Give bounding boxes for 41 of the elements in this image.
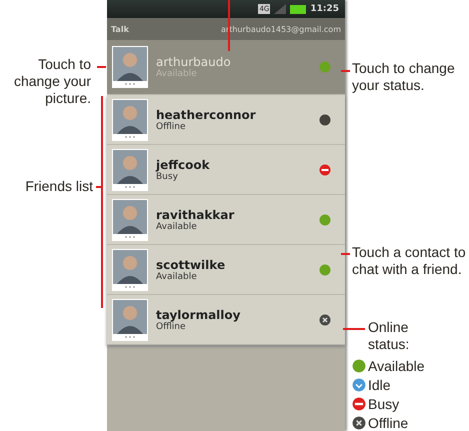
legend-label: Busy [368,396,400,412]
legend-label: Offline [368,414,408,430]
leader-line [228,0,230,51]
status-text: Offline [156,322,186,332]
contact-name: taylormalloy [156,308,242,322]
signal-icon [274,4,286,14]
available-dot-icon [319,214,331,226]
contact-name: arthurbaudo [156,55,232,69]
busy-dot-icon [319,164,331,176]
status-text: Available [156,272,198,282]
contact-row[interactable]: heatherconnor Offline [107,95,345,145]
contact-row[interactable]: taylormalloy Offline [107,295,345,345]
contact-name: ravithakkar [156,208,236,222]
clock: 11:25 [310,4,339,14]
offline-dot-icon [319,114,331,126]
battery-icon [290,4,306,14]
legend-label: Idle [368,376,391,392]
contact-row[interactable]: ravithakkar Available [107,195,345,245]
status-text: Offline [156,122,187,132]
leader-line [343,328,365,330]
contact-name: jeffcook [156,158,211,172]
idle-dot-icon [352,378,366,392]
legend-label: Available [368,358,425,374]
available-dot-icon [319,61,331,73]
app-title: Talk [111,24,129,34]
busy-dot-icon [352,396,366,410]
contact-name: scottwilke [156,258,226,272]
callout-text: Friends list [25,178,93,195]
contact-row[interactable]: scottwilke Available [107,245,345,295]
offline-dot-icon [319,314,331,326]
callout-text: Touch to change your status. [352,60,456,94]
callout-text: Touch a contact to chat with a friend. [352,244,467,278]
available-dot-icon [352,358,366,372]
callout-text: Online status: [368,319,410,353]
status-text: Busy [156,172,178,182]
callout-text: Touch to change your picture. [12,56,91,107]
contact-name: heatherconnor [156,108,257,122]
contact-row[interactable]: jeffcook Busy [107,145,345,195]
status-text: Available [156,222,198,232]
available-dot-icon [319,264,331,276]
offline-dot-icon [352,416,366,430]
